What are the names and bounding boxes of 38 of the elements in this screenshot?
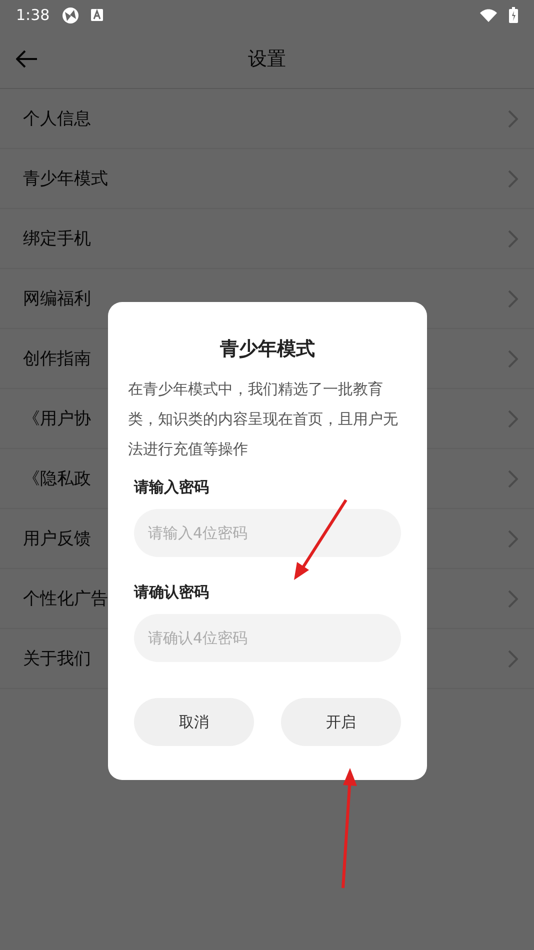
field-label: 请确认密码	[134, 583, 210, 602]
settings-label: 《用户协	[23, 408, 91, 430]
dialog-title: 青少年模式	[219, 337, 316, 362]
notification-icon	[90, 9, 103, 21]
chevron-right-icon	[508, 530, 518, 548]
chevron-right-icon	[508, 650, 518, 668]
chevron-right-icon	[508, 470, 518, 488]
chevron-right-icon	[508, 170, 518, 188]
field-label: 请输入密码	[134, 478, 210, 497]
chevron-right-icon	[508, 290, 518, 308]
chevron-right-icon	[508, 350, 518, 368]
battery-icon	[509, 7, 518, 23]
password-field[interactable]: 请输入4位密码	[134, 509, 401, 557]
settings-label: 个性化广告	[23, 588, 108, 610]
back-arrow-icon[interactable]	[16, 50, 38, 68]
chevron-right-icon	[508, 110, 518, 128]
page-title: 设置	[248, 47, 286, 72]
settings-row[interactable]: 绑定手机	[0, 209, 534, 269]
settings-label: 网编福利	[23, 288, 91, 310]
status-time: 1:38	[16, 6, 50, 24]
settings-label: 用户反馈	[23, 528, 91, 550]
settings-label: 青少年模式	[23, 168, 108, 190]
settings-row[interactable]: 个人信息	[0, 89, 534, 149]
cancel-button[interactable]: 取消	[134, 698, 254, 746]
dialog-description: 在青少年模式中，我们精选了一批教育类，知识类的内容呈现在首页，且用户无法进行充值等操作	[128, 379, 399, 460]
chevron-right-icon	[508, 410, 518, 428]
settings-row[interactable]: 青少年模式	[0, 149, 534, 209]
settings-label: 关于我们	[23, 648, 91, 670]
settings-label: 创作指南	[23, 348, 91, 370]
settings-label: 绑定手机	[23, 228, 91, 250]
chevron-right-icon	[508, 230, 518, 248]
settings-label: 个人信息	[23, 108, 91, 130]
enable-button[interactable]: 开启	[281, 698, 401, 746]
chevron-right-icon	[508, 590, 518, 608]
app-notification-icon	[62, 6, 79, 24]
settings-label: 《隐私政	[23, 468, 91, 490]
wifi-icon	[480, 8, 497, 22]
password-field[interactable]: 请确认4位密码	[134, 614, 401, 662]
